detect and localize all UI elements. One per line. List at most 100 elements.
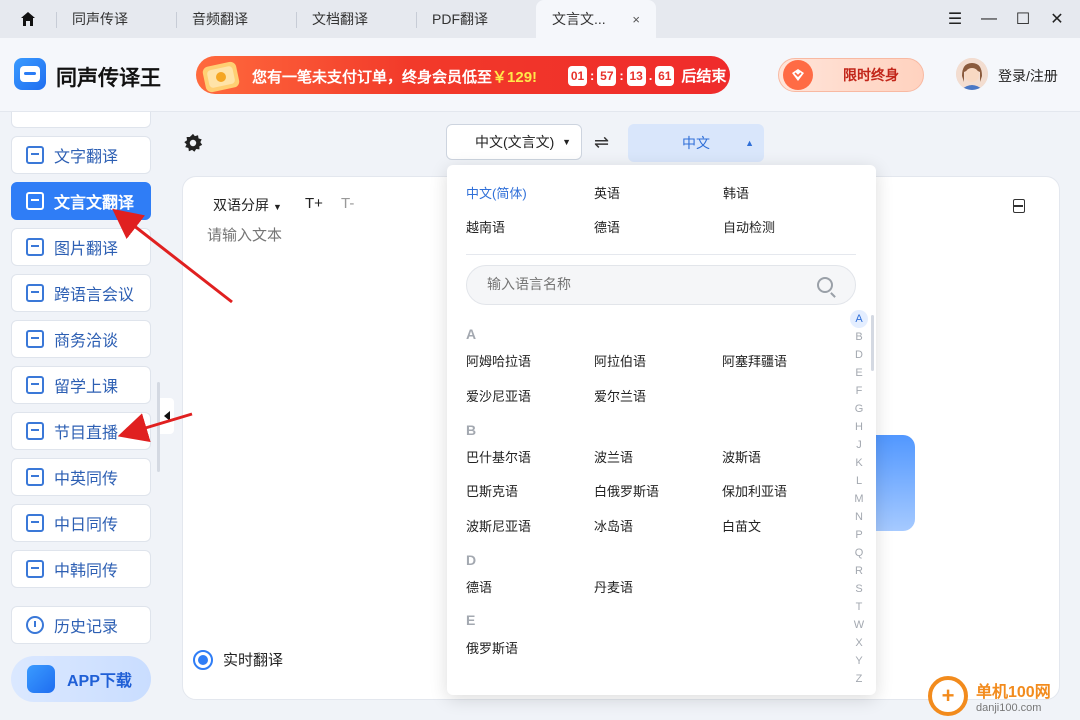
language-item[interactable]: 爱沙尼亚语 xyxy=(466,386,531,405)
quick-lang-item[interactable]: 韩语 xyxy=(723,183,749,202)
alphabet-letter[interactable]: A xyxy=(850,310,868,328)
sidebar-item-text-translate[interactable]: 文字翻译 xyxy=(11,136,151,174)
home-button[interactable] xyxy=(0,0,56,38)
language-item[interactable]: 巴斯克语 xyxy=(466,481,518,500)
split-mode-select[interactable]: 双语分屏 ▼ xyxy=(213,195,282,215)
minimize-icon[interactable]: — xyxy=(972,0,1006,38)
alphabet-index: ABDEFGHJKLMNPQRSTWXYZ xyxy=(850,310,868,688)
letter-heading: B xyxy=(466,422,477,438)
alphabet-letter[interactable]: W xyxy=(850,616,868,634)
sidebar-item-business[interactable]: 商务洽谈 xyxy=(11,320,151,358)
target-language-value: 中文 xyxy=(682,135,710,151)
language-item[interactable]: 阿塞拜疆语 xyxy=(722,351,787,370)
swap-languages-icon[interactable]: ⇌ xyxy=(594,132,609,153)
lifetime-vip-button[interactable]: 限时终身 xyxy=(778,58,924,92)
alphabet-letter[interactable]: D xyxy=(850,346,868,364)
alphabet-letter[interactable]: B xyxy=(850,328,868,346)
background-decoration xyxy=(871,435,915,531)
menu-icon[interactable]: ☰ xyxy=(938,0,972,38)
language-item[interactable]: 俄罗斯语 xyxy=(466,638,518,657)
language-item[interactable]: 波斯语 xyxy=(722,447,761,466)
alphabet-letter[interactable]: K xyxy=(850,454,868,472)
korean-icon xyxy=(26,560,44,578)
alphabet-letter[interactable]: N xyxy=(850,508,868,526)
alphabet-letter[interactable]: F xyxy=(850,382,868,400)
language-item[interactable]: 波斯尼亚语 xyxy=(466,516,531,535)
play-icon xyxy=(26,422,44,440)
sidebar-item-zh-ja[interactable]: 中日同传 xyxy=(11,504,151,542)
sidebar-item-cross-language-meeting[interactable]: 跨语言会议 xyxy=(11,274,151,312)
layout-toggle-icon[interactable] xyxy=(1013,199,1025,213)
alphabet-letter[interactable]: Z xyxy=(850,670,868,688)
alphabet-letter[interactable]: T xyxy=(850,598,868,616)
language-item[interactable]: 丹麦语 xyxy=(594,577,633,596)
app-header: 同声传译王 您有一笔未支付订单，终身会员低至￥129! 01 : 57 : 13… xyxy=(0,38,1080,112)
language-item[interactable]: 白俄罗斯语 xyxy=(594,481,659,500)
language-item[interactable]: 保加利亚语 xyxy=(722,481,787,500)
promo-banner[interactable]: 您有一笔未支付订单，终身会员低至￥129! 01 : 57 : 13 . 61 … xyxy=(196,56,730,94)
language-item[interactable]: 德语 xyxy=(466,577,492,596)
sidebar-item-study-abroad[interactable]: 留学上课 xyxy=(11,366,151,404)
app-title: 同声传译王 xyxy=(56,67,161,90)
sidebar-item-label: 跨语言会议 xyxy=(54,287,135,304)
sidebar-item-image-translate[interactable]: 图片翻译 xyxy=(11,228,151,266)
sidebar-item-live-broadcast[interactable]: 节目直播 xyxy=(11,412,151,450)
promo-price: ￥129! xyxy=(492,69,538,86)
font-increase-button[interactable]: T+ xyxy=(305,195,323,212)
alphabet-letter[interactable]: G xyxy=(850,400,868,418)
avatar[interactable] xyxy=(956,58,988,90)
close-icon[interactable]: ✕ xyxy=(1040,0,1074,38)
sidebar-item-zh-en[interactable]: 中英同传 xyxy=(11,458,151,496)
source-text-input[interactable] xyxy=(207,227,437,244)
gift-icon xyxy=(202,61,240,93)
quick-lang-item[interactable]: 中文(简体) xyxy=(466,183,527,202)
tab-pdf[interactable]: PDF翻译 xyxy=(416,0,536,38)
quick-lang-item[interactable]: 自动检测 xyxy=(723,217,775,236)
tab-document[interactable]: 文档翻译 xyxy=(296,0,416,38)
search-icon[interactable] xyxy=(817,277,833,293)
tab-simultaneous[interactable]: 同声传译 xyxy=(56,0,176,38)
language-item[interactable]: 波兰语 xyxy=(594,447,633,466)
target-language-select[interactable]: 中文 ▲ xyxy=(628,124,764,162)
language-item[interactable]: 阿姆哈拉语 xyxy=(466,351,531,370)
book-icon xyxy=(26,376,44,394)
alphabet-letter[interactable]: M xyxy=(850,490,868,508)
alphabet-letter[interactable]: J xyxy=(850,436,868,454)
tab-close-icon[interactable]: × xyxy=(632,12,640,27)
sidebar-item-zh-ko[interactable]: 中韩同传 xyxy=(11,550,151,588)
quick-lang-item[interactable]: 越南语 xyxy=(466,217,505,236)
alphabet-letter[interactable]: P xyxy=(850,526,868,544)
alphabet-letter[interactable]: Q xyxy=(850,544,868,562)
source-language-select[interactable]: 中文(文言文) ▼ xyxy=(446,124,582,160)
dropdown-scrollbar[interactable] xyxy=(871,315,874,371)
language-item[interactable]: 阿拉伯语 xyxy=(594,351,646,370)
classical-translate-icon xyxy=(26,192,44,210)
tab-classical-chinese[interactable]: 文言文... × xyxy=(536,0,656,38)
alphabet-letter[interactable]: X xyxy=(850,634,868,652)
quick-lang-item[interactable]: 英语 xyxy=(594,183,620,202)
alphabet-letter[interactable]: S xyxy=(850,580,868,598)
realtime-translate-toggle[interactable]: 实时翻译 xyxy=(193,649,283,670)
language-item[interactable]: 巴什基尔语 xyxy=(466,447,531,466)
sidebar-item-classical-chinese[interactable]: 文言文翻译 xyxy=(11,182,151,220)
clock-icon xyxy=(26,616,44,634)
alphabet-letter[interactable]: Y xyxy=(850,652,868,670)
maximize-icon[interactable]: ☐ xyxy=(1006,0,1040,38)
language-item[interactable]: 爱尔兰语 xyxy=(594,386,646,405)
login-register-link[interactable]: 登录/注册 xyxy=(998,66,1058,86)
sidebar-item-history[interactable]: 历史记录 xyxy=(11,606,151,644)
language-search[interactable] xyxy=(466,265,856,305)
language-search-input[interactable] xyxy=(487,276,787,292)
gear-icon[interactable] xyxy=(182,132,204,154)
language-item[interactable]: 冰岛语 xyxy=(594,516,633,535)
app-download-button[interactable]: APP下载 xyxy=(11,656,151,702)
quick-lang-item[interactable]: 德语 xyxy=(594,217,620,236)
alphabet-letter[interactable]: R xyxy=(850,562,868,580)
language-item[interactable]: 白苗文 xyxy=(722,516,761,535)
alphabet-letter[interactable]: H xyxy=(850,418,868,436)
font-decrease-button[interactable]: T- xyxy=(341,195,354,212)
alphabet-letter[interactable]: L xyxy=(850,472,868,490)
sidebar-item-label: 图片翻译 xyxy=(54,241,119,258)
alphabet-letter[interactable]: E xyxy=(850,364,868,382)
tab-audio[interactable]: 音频翻译 xyxy=(176,0,296,38)
